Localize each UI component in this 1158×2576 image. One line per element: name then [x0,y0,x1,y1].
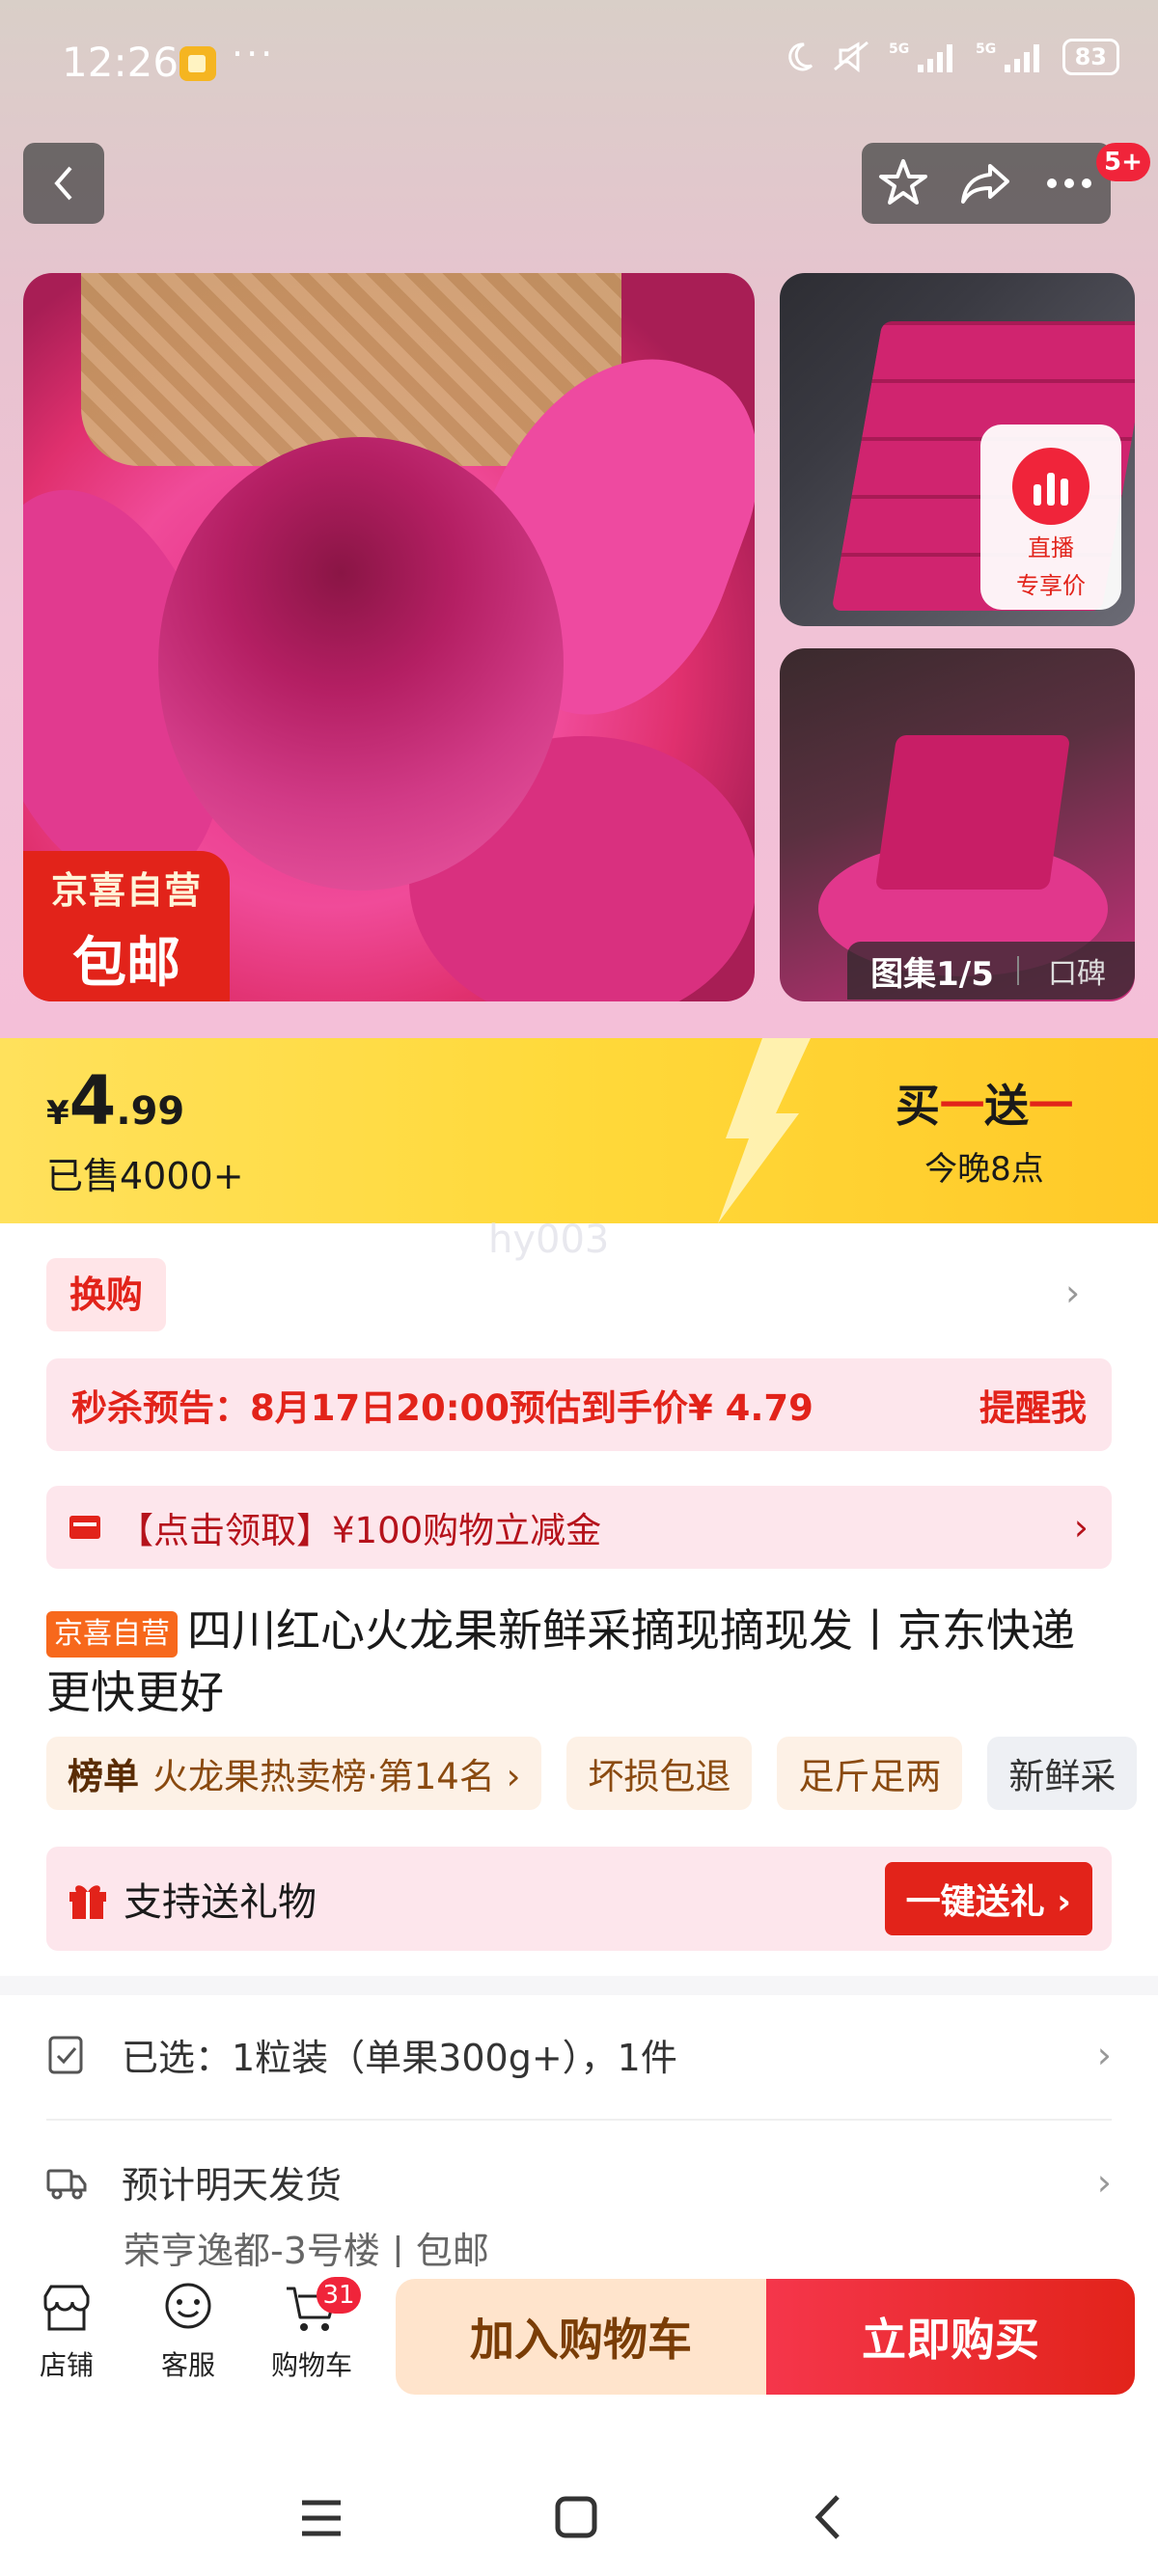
gallery-tabs: 图集1/5 口碑 [847,942,1135,1000]
chip-full-weight[interactable]: 足斤足两 [777,1737,963,1810]
service-button[interactable]: 客服 [135,2279,241,2383]
status-more: ··· [232,33,276,75]
svg-text:5G: 5G [976,41,996,57]
back-button[interactable] [23,143,104,224]
home-icon[interactable] [554,2495,598,2539]
gallery-counter[interactable]: 图集1/5 [847,947,1017,995]
selected-text: 已选：1粒装（单果300g+），1件 [122,2037,677,2079]
shipping-text: 预计明天发货 [122,2164,343,2206]
chevron-left-icon [54,166,72,201]
self-badge-line1: 京喜自营 [50,869,202,912]
self-operated-badge: 京喜自营 包邮 [23,851,230,1001]
ranking-chip[interactable]: 榜单 火龙果热卖榜·第14名 › [46,1737,542,1810]
signal-5g-icon-2: 5G [976,41,1039,72]
live-bar [1061,479,1068,506]
seckill-text: 秒杀预告：8月17日20:00预估到手价¥ 4.79 [71,1387,813,1429]
live-bar [1034,484,1041,506]
live-price-card[interactable]: 直播 专享价 [980,425,1121,610]
gift-label: 支持送礼物 [124,1880,317,1925]
chip-damage-refund[interactable]: 坏损包退 [566,1737,753,1810]
gift-icon [69,1885,106,1919]
coupon-text: 【点击领取】¥100购物立减金 [118,1510,602,1551]
promo-title: 买一送一 [849,1071,1119,1135]
live-icon [1012,448,1089,525]
self-badge-line2: 包邮 [72,932,180,995]
gift-label-group: 支持送礼物 [66,1871,317,1927]
buy-now-button[interactable]: 立即购买 [766,2279,1135,2395]
battery-indicator: 83 [1062,39,1119,75]
selected-spec-row[interactable]: 已选：1粒装（单果300g+），1件 › [46,2028,1112,2081]
cart-count-badge: 31 [317,2277,361,2314]
truck-icon [46,2169,87,2199]
signal-5g-icon-1: 5G [889,41,952,72]
status-indicators: 5G 5G 83 [783,39,1119,75]
chevron-right-icon: › [1096,2033,1112,2076]
moon-icon [787,42,813,71]
chip-fresh[interactable]: 新鲜采 [987,1737,1138,1810]
lightning-icon [718,1038,811,1223]
status-time: 12:26 [62,39,179,86]
row-divider [46,2119,1112,2121]
system-nav-bar [0,2402,1158,2576]
live-label: 直播 [1028,534,1074,562]
chat-icon [165,2283,211,2329]
ranking-text: 火龙果热卖榜·第14名 › [152,1756,521,1797]
promo-dash: 一 [940,1080,984,1132]
section-divider [0,1976,1158,1995]
ranking-label: 榜单 [68,1756,139,1797]
image-cube [874,735,1071,890]
swap-tag[interactable]: 换购 [46,1258,166,1331]
live-price-label: 专享价 [1016,572,1086,599]
buy-one-get-one[interactable]: 买一送一 今晚8点 [849,1071,1119,1190]
coupon-icon [69,1516,100,1539]
cart-label: 购物车 [270,2349,352,2381]
seckill-preview: 秒杀预告：8月17日20:00预估到手价¥ 4.79 提醒我 [46,1358,1112,1451]
shop-button[interactable]: 店铺 [14,2279,120,2383]
mute-icon [833,41,868,73]
feature-chips: 榜单 火龙果热卖榜·第14名 › 坏损包退 足斤足两 新鲜采 [46,1737,1138,1810]
star-icon[interactable] [876,156,930,210]
send-gift-button[interactable]: 一键送礼 › [884,1862,1092,1935]
product-title: 京喜自营 四川红心火龙果新鲜采摘现摘现发丨京东快递 更快更好 [46,1600,1117,1723]
shop-label: 店铺 [39,2349,94,2381]
status-bar: 12:26 ··· 5G 5G 83 [0,0,1158,130]
price-decimal: .99 [116,1089,185,1134]
shop-icon [43,2285,90,2331]
chevron-right-icon: › [1096,2160,1112,2204]
image-fruit [158,437,564,891]
sold-count: 已售4000+ [46,1155,244,1197]
back-nav-icon[interactable] [811,2493,843,2541]
remind-me-button[interactable]: 提醒我 [979,1379,1087,1431]
add-to-cart-button[interactable]: 加入购物车 [396,2279,766,2395]
price-integer: 4 [69,1061,117,1140]
chevron-right-icon: › [1073,1506,1089,1548]
selected-icon [48,2036,83,2073]
coupon-bar[interactable]: 【点击领取】¥100购物立减金 › [46,1486,1112,1569]
promo-buy: 买 [896,1080,940,1132]
gift-bar: 支持送礼物 一键送礼 › [46,1847,1112,1951]
price: ¥4.99 [46,1061,184,1140]
svg-text:5G: 5G [889,41,909,57]
share-icon[interactable] [959,156,1013,210]
header-actions [862,143,1111,224]
delivery-address: 荣亨逸都-3号楼 | 包邮 [124,2230,489,2272]
shipping-row[interactable]: 预计明天发货 › [46,2155,1112,2208]
reviews-tab[interactable]: 口碑 [1019,949,1135,992]
promo-time: 今晚8点 [924,1150,1044,1189]
notification-icon [179,46,216,81]
live-bar [1047,473,1055,506]
self-operated-tag: 京喜自营 [46,1611,178,1658]
menu-icon[interactable] [299,2497,344,2539]
chevron-right-icon[interactable]: › [1065,1272,1080,1314]
service-label: 客服 [160,2349,215,2381]
more-icon[interactable] [1042,156,1096,210]
promo-give: 送 [984,1080,1029,1132]
product-title-text: 四川红心火龙果新鲜采摘现摘现发丨京东快递 更快更好 [46,1604,1075,1718]
promo-dash: 一 [1029,1080,1073,1132]
price-currency: ¥ [46,1094,69,1133]
watermark: hy003 [488,1218,610,1262]
message-badge: 5+ [1096,143,1150,181]
